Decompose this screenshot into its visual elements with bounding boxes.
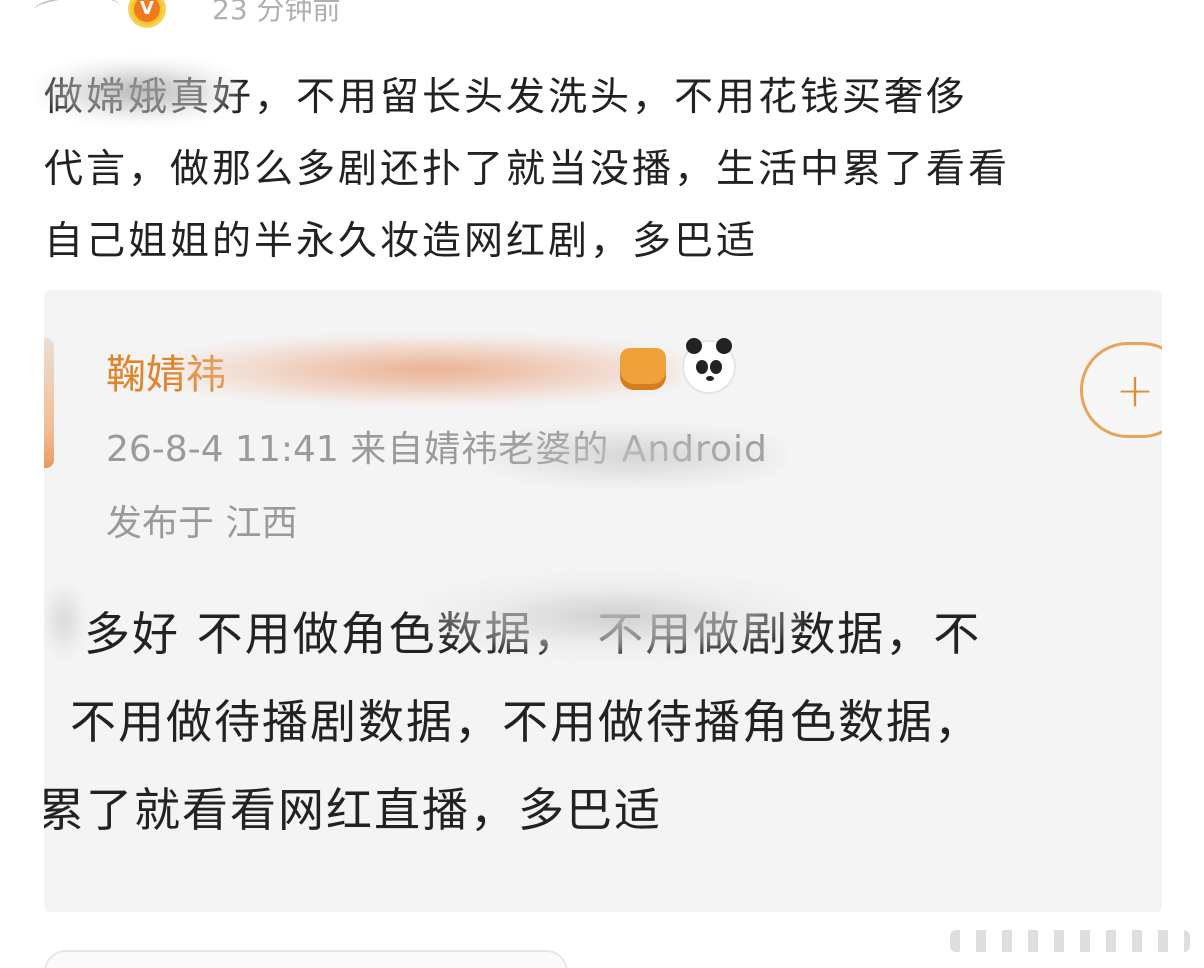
verified-badge-icon: V [128,0,166,28]
embedded-location: 发布于 江西 [106,503,298,544]
post-line-3: 自己姐姐的半永久妆造网红剧，多巴适 [44,219,759,264]
plus-icon: + [1115,363,1155,417]
avatar[interactable] [32,0,122,25]
watermark [950,930,1190,952]
post-line-2: 代言，做那么多剧还扑了就当没播，生活中累了看看 [44,147,1011,192]
comment-input-stub[interactable] [44,950,568,968]
redaction-blur [484,426,784,486]
redaction-blur [424,576,804,656]
embedded-time: 26-8-4 11:41 [106,429,339,470]
follow-button[interactable]: + [1080,342,1162,438]
redaction-blur [44,586,84,656]
redaction-blur [40,60,240,122]
embedded-line-2: 不用做待播剧数据，不用做待播角色数据， [70,695,982,749]
post-timestamp: 23 分钟前 [212,0,341,26]
weibo-post-screenshot: V 23 分钟前 做嫦娥真好，不用留长头发洗头，不用花钱买奢侈 代言，做那么多剧… [0,0,1204,968]
panda-icon [682,338,736,394]
post-header: V 23 分钟前 [0,0,600,28]
embedded-avatar [44,338,54,468]
redaction-blur [180,338,680,402]
embedded-line-3: 累了就看看网红直播，多巴适 [44,783,662,837]
fan-badge-icon [620,348,666,390]
embedded-screenshot: 鞠婧祎 26-8-4 11:41 来自婧祎老婆的 Android 发布于 江西 … [44,290,1162,912]
